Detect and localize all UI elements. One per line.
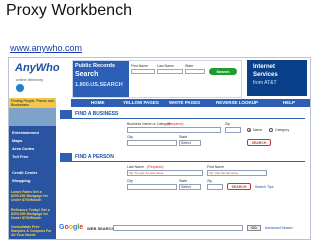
logo-tagline: online directory xyxy=(16,77,44,82)
business-city-input[interactable] xyxy=(127,140,177,146)
google-letter-e: e xyxy=(79,224,84,231)
slide-title: Proxy Workbench xyxy=(6,2,132,19)
logo-who: Who xyxy=(35,62,60,74)
person-zip-label: Zip xyxy=(207,179,212,183)
business-required-tag: (Required) xyxy=(167,122,184,126)
find-business-title: FIND A BUSINESS xyxy=(75,111,119,117)
web-search-label: WEB SEARCH xyxy=(87,226,115,231)
att-ad-line-1: Internet xyxy=(253,64,276,70)
sidebar-item-area-codes[interactable]: Area Codes xyxy=(12,146,34,151)
search-tips-link[interactable]: Search Tips xyxy=(255,185,273,189)
ad-search-form: First Name Last Name State Search xyxy=(131,64,241,96)
ad-left-panel: Public Records Search 1.800.US.SEARCH xyxy=(73,61,129,97)
business-state-label: State xyxy=(179,135,188,139)
sidebar-promo-2[interactable]: Refinance Today! Get a $200,000 Mortgage… xyxy=(11,208,54,220)
business-state-select[interactable]: Select xyxy=(179,140,201,146)
business-city-label: City xyxy=(127,135,134,139)
nav-white-pages[interactable]: WHITE PAGES xyxy=(169,99,200,107)
ad-last-name-field[interactable] xyxy=(157,69,183,74)
person-city-label: City xyxy=(127,179,134,183)
google-logo: Google xyxy=(59,224,83,231)
first-name-hint: Tip: Use the full name. xyxy=(209,171,239,175)
person-last-name-label: Last Name xyxy=(127,165,144,169)
business-icon xyxy=(60,110,72,118)
sidebar-promo-3[interactable]: Consolidate Free Samples & Coupons For A… xyxy=(11,225,54,237)
ad-last-name-label: Last Name xyxy=(157,64,174,68)
att-ad-line-2: Services xyxy=(253,72,278,78)
nav-home[interactable]: HOME xyxy=(91,99,105,107)
ad-line-3: 1.800.US.SEARCH xyxy=(75,82,123,88)
radio-name-label: Name xyxy=(253,128,263,132)
public-records-ad[interactable]: Public Records Search 1.800.US.SEARCH Fi… xyxy=(72,60,242,98)
ad-state-select[interactable] xyxy=(185,69,205,74)
sidebar-item-credit-center[interactable]: Credit Center xyxy=(12,170,37,175)
business-zip-label: Zip xyxy=(225,122,230,126)
radio-category-label: Category xyxy=(275,128,290,132)
sidebar-item-toll-free[interactable]: Toll Free xyxy=(12,154,28,159)
google-search-row: Google WEB SEARCH GO Advanced Search xyxy=(59,224,309,234)
last-name-hint: Tip: Try just the last name. xyxy=(129,171,165,175)
sidebar-item-maps[interactable]: Maps xyxy=(12,138,22,143)
sidebar-promo-1[interactable]: Lower Rates Get a $200,000 Mortgage for … xyxy=(11,190,54,202)
ad-line-2: Search xyxy=(75,71,99,78)
person-state-select[interactable]: Select xyxy=(179,184,201,190)
sidebar-header-text: Finding People, Places and Businesses xyxy=(11,99,54,107)
ad-state-label: State xyxy=(185,64,194,68)
nav-yellow-pages[interactable]: YELLOW PAGES xyxy=(123,99,159,107)
business-name-input[interactable] xyxy=(127,127,221,133)
find-person-title: FIND A PERSON xyxy=(75,154,114,160)
find-person-header: FIND A PERSON xyxy=(60,153,305,162)
person-last-name-input[interactable]: Tip: Try just the last name. xyxy=(127,170,203,176)
ad-search-button[interactable]: Search xyxy=(209,68,237,75)
person-first-name-label: First Name xyxy=(207,165,225,169)
ad-line-1: Public Records xyxy=(75,63,116,69)
radio-name[interactable] xyxy=(247,128,251,132)
person-state-label: State xyxy=(179,179,188,183)
business-name-label: Business Name or Category xyxy=(127,122,171,126)
person-icon xyxy=(60,153,72,161)
radio-category[interactable] xyxy=(269,128,273,132)
anywho-logo[interactable]: AnyWho online directory xyxy=(11,60,71,96)
att-internet-ad[interactable]: Internet Services from AT&T xyxy=(247,60,307,96)
sidebar-item-shopping[interactable]: Shopping xyxy=(12,178,30,183)
sidebar-header: Finding People, Places and Businesses xyxy=(9,98,56,108)
website-screenshot: AnyWho online directory Public Records S… xyxy=(8,57,311,240)
main-nav: HOME YELLOW PAGES WHITE PAGES REVERSE LO… xyxy=(71,99,310,107)
sidebar-photo xyxy=(9,108,56,126)
att-globe-icon xyxy=(16,84,24,92)
person-search-button[interactable]: SEARCH xyxy=(227,183,251,190)
business-search-button[interactable]: SEARCH xyxy=(247,139,271,146)
url-link[interactable]: www.anywho.com xyxy=(10,43,82,53)
advanced-search-link[interactable]: Advanced Search xyxy=(265,226,293,230)
sidebar-item-entertainment[interactable]: Entertainment xyxy=(12,130,39,135)
logo-any: Any xyxy=(15,62,36,74)
nav-help[interactable]: HELP xyxy=(283,99,295,107)
find-business-header: FIND A BUSINESS xyxy=(60,110,305,119)
ad-first-name-field[interactable] xyxy=(131,69,155,74)
person-zip-input[interactable] xyxy=(207,184,223,190)
sidebar: Finding People, Places and Businesses En… xyxy=(9,98,56,239)
web-search-go-button[interactable]: GO xyxy=(247,225,261,231)
logo-wordmark: AnyWho xyxy=(15,62,60,74)
ad-first-name-label: First Name xyxy=(131,64,149,68)
person-required-tag: (Required) xyxy=(147,165,164,169)
person-city-input[interactable] xyxy=(127,184,177,190)
business-zip-input[interactable] xyxy=(225,127,241,133)
main-content: FIND A BUSINESS Business Name or Categor… xyxy=(57,108,310,239)
att-ad-line-3: from AT&T xyxy=(253,80,277,86)
person-first-name-input[interactable]: Tip: Use the full name. xyxy=(207,170,267,176)
nav-reverse-lookup[interactable]: REVERSE LOOKUP xyxy=(216,99,258,107)
web-search-input[interactable] xyxy=(113,225,243,231)
